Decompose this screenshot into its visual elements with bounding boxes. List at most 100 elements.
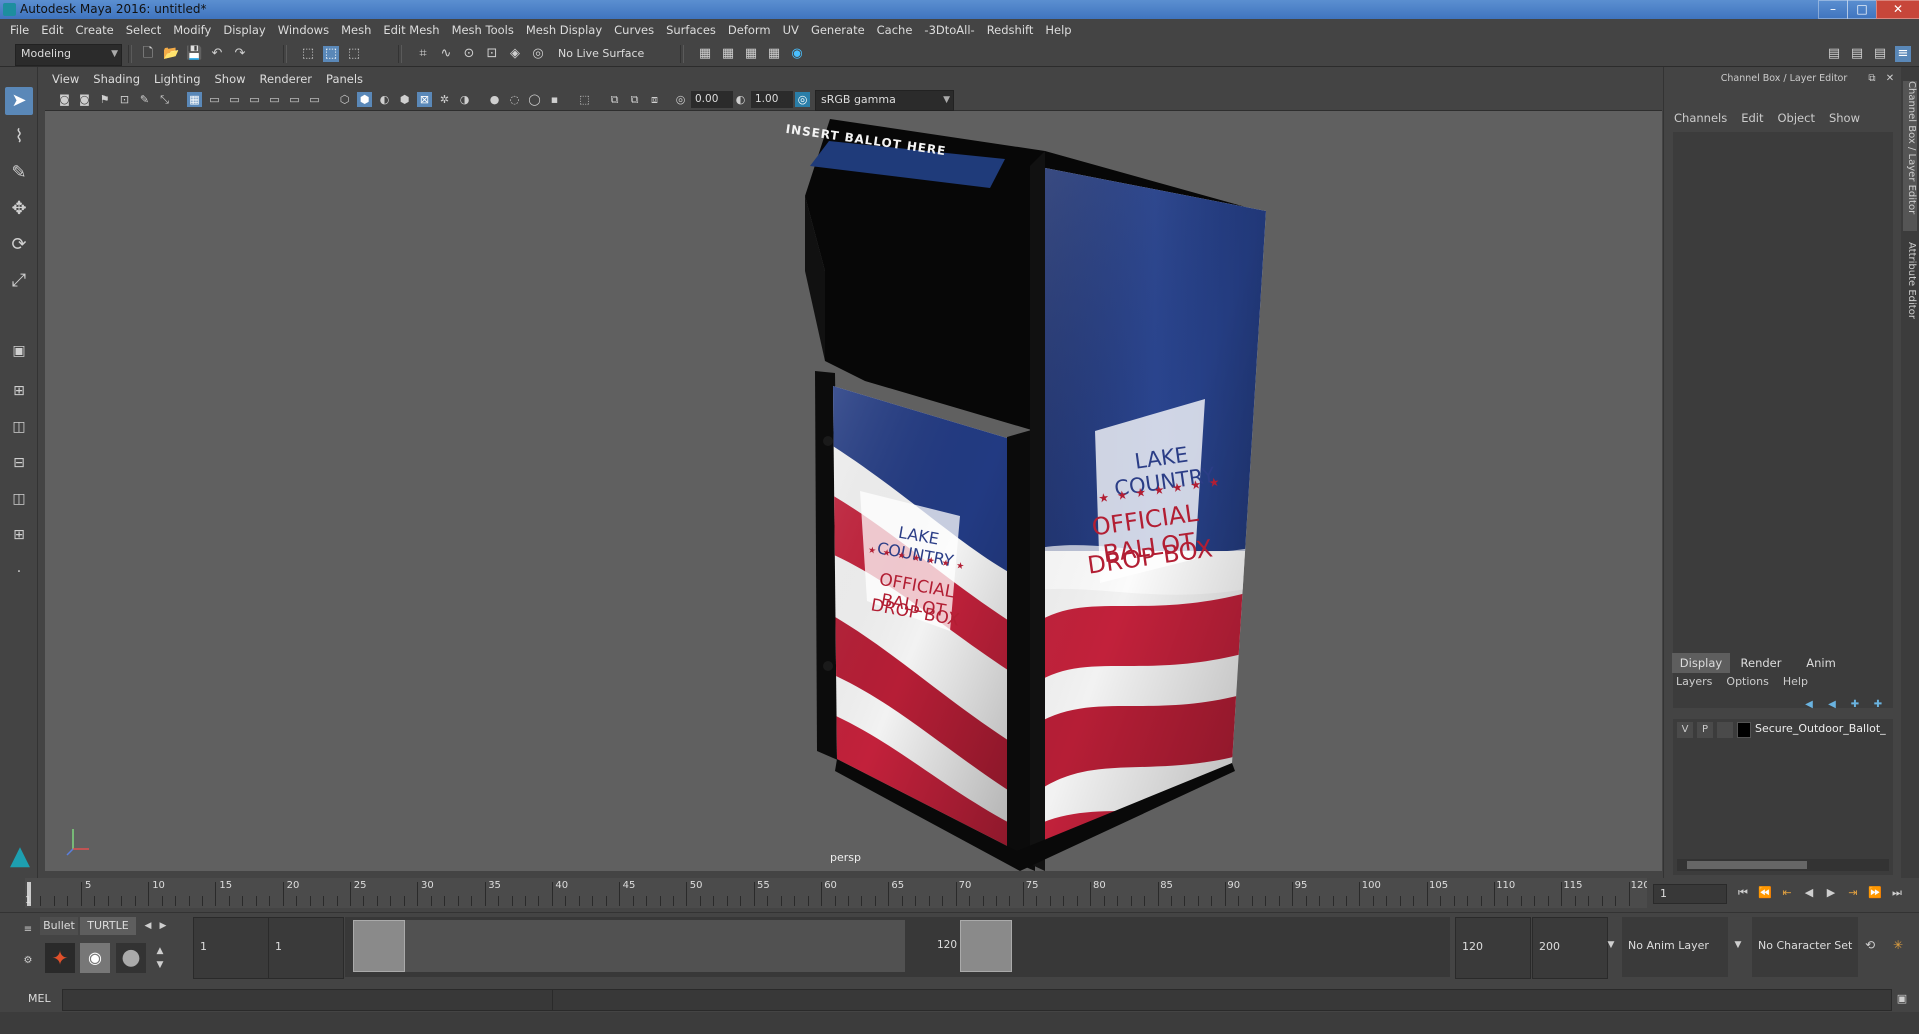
menu-help[interactable]: Help — [1039, 19, 1077, 41]
xray-joints-icon[interactable]: ⧉ — [627, 92, 642, 107]
minimize-button[interactable]: – — [1818, 0, 1848, 19]
float-panel-icon[interactable]: ⧉ — [1864, 71, 1880, 87]
auto-key-icon[interactable]: ⟲ — [1862, 937, 1878, 953]
vp-menu-lighting[interactable]: Lighting — [147, 69, 207, 89]
turtle-render-icon[interactable]: ✦ — [45, 943, 75, 973]
live-surface-field[interactable]: No Live Surface — [552, 44, 659, 66]
four-view-layout-icon[interactable]: ⊞ — [5, 377, 33, 405]
new-layer-icon[interactable]: ✚ — [1847, 697, 1863, 713]
tab-anim[interactable]: Anim — [1792, 653, 1850, 673]
animation-prefs-icon[interactable]: ✳ — [1890, 937, 1906, 953]
menu-windows[interactable]: Windows — [272, 19, 335, 41]
safe-title-icon[interactable]: ▭ — [307, 92, 322, 107]
shelf-next-icon[interactable]: ▶ — [155, 918, 171, 934]
perspective-viewport[interactable]: INSERT BALLOT HERE LAKE COUNTRY ★ ★ ★ ★ … — [45, 111, 1662, 871]
snap-grid-icon[interactable]: ⌗ — [415, 46, 431, 62]
layer-visibility-toggle[interactable]: V — [1677, 722, 1693, 738]
textured-icon[interactable]: ⊠ — [417, 92, 432, 107]
anim-start-field[interactable]: 1 — [193, 917, 269, 979]
ipr-render-icon[interactable]: ▦ — [720, 46, 736, 62]
custom-layout-icon[interactable]: · — [5, 558, 33, 586]
channel-box-toggle-icon[interactable]: ≡ — [1895, 46, 1911, 62]
shelf-tab-turtle[interactable]: TURTLE — [80, 917, 136, 935]
step-forward-frame-icon[interactable]: ⇥ — [1845, 885, 1861, 901]
turtle-sphere-icon[interactable]: ● — [116, 943, 146, 973]
range-slider-start-handle[interactable] — [353, 920, 405, 972]
layer-menu-layers[interactable]: Layers — [1676, 675, 1712, 688]
move-layer-down-icon[interactable]: ◀ — [1824, 697, 1840, 713]
render-frame-icon[interactable]: ▦ — [697, 46, 713, 62]
cb-menu-channels[interactable]: Channels — [1674, 111, 1727, 125]
step-back-key-icon[interactable]: ⏪ — [1757, 885, 1773, 901]
vp-menu-show[interactable]: Show — [208, 69, 253, 89]
select-camera-icon[interactable]: ◙ — [57, 92, 72, 107]
shelf-settings-icon[interactable]: ⚙ — [20, 953, 36, 969]
tab-render[interactable]: Render — [1732, 653, 1790, 673]
play-backward-icon[interactable]: ◀ — [1801, 885, 1817, 901]
save-scene-icon[interactable]: 💾 — [186, 46, 202, 62]
menu-set-dropdown[interactable]: Modeling ▼ — [15, 44, 122, 66]
menu-surfaces[interactable]: Surfaces — [660, 19, 722, 41]
motion-blur-icon[interactable]: ◌ — [507, 92, 522, 107]
persp-outliner-layout-icon[interactable]: ◫ — [5, 485, 33, 513]
xray-icon[interactable]: ⧉ — [607, 92, 622, 107]
shelf-tab-bullet[interactable]: Bullet — [40, 917, 78, 935]
character-set-dropdown[interactable]: No Character Set — [1752, 917, 1858, 977]
maximize-button[interactable]: □ — [1847, 0, 1877, 19]
bookmark-icon[interactable]: ⚑ — [97, 92, 112, 107]
close-button[interactable]: ✕ — [1876, 0, 1919, 19]
go-to-end-icon[interactable]: ⏭ — [1889, 885, 1905, 901]
cb-menu-show[interactable]: Show — [1829, 111, 1860, 125]
shelf-menu-icon[interactable]: ≡ — [20, 922, 36, 938]
resolution-gate-icon[interactable]: ▭ — [227, 92, 242, 107]
layer-display-type-toggle[interactable] — [1717, 722, 1733, 738]
film-gate-icon[interactable]: ▭ — [207, 92, 222, 107]
undo-icon[interactable]: ↶ — [209, 46, 225, 62]
exposure-field[interactable]: 0.00 — [691, 91, 733, 108]
outliner-toggle-icon[interactable]: ▤ — [1872, 46, 1888, 62]
render-settings-icon[interactable]: ▦ — [743, 46, 759, 62]
anti-aliasing-icon[interactable]: ◯ — [527, 92, 542, 107]
shadows-icon[interactable]: ◑ — [457, 92, 472, 107]
chevron-down-icon[interactable]: ▼ — [1603, 937, 1619, 953]
snap-curve-icon[interactable]: ∿ — [438, 46, 454, 62]
use-all-lights-icon[interactable]: ✲ — [437, 92, 452, 107]
maya-home-icon[interactable]: ▲ — [6, 842, 34, 870]
camera-attributes-icon[interactable]: ◙ — [77, 92, 92, 107]
render-view-icon[interactable]: ◉ — [789, 46, 805, 62]
tab-attribute-editor[interactable]: Attribute Editor — [1903, 242, 1917, 342]
grease-pencil-icon[interactable]: ✎ — [137, 92, 152, 107]
menu-generate[interactable]: Generate — [805, 19, 871, 41]
shelf-prev-icon[interactable]: ◀ — [140, 918, 156, 934]
vp-menu-panels[interactable]: Panels — [319, 69, 370, 89]
step-back-frame-icon[interactable]: ⇤ — [1779, 885, 1795, 901]
layer-playback-toggle[interactable]: P — [1697, 722, 1713, 738]
new-layer-selected-icon[interactable]: ✚ — [1870, 697, 1886, 713]
gamma-field[interactable]: 1.00 — [751, 91, 793, 108]
time-slider[interactable]: 5 10 15 20 25 30 35 40 45 50 55 60 65 70 75 80 85 90 95 100… — [25, 878, 1650, 908]
script-editor-icon[interactable]: ▣ — [1894, 991, 1910, 1007]
snap-surface-icon[interactable]: ◈ — [507, 46, 523, 62]
color-management-icon[interactable]: ◎ — [795, 92, 810, 107]
safe-action-icon[interactable]: ▭ — [287, 92, 302, 107]
go-to-start-icon[interactable]: ⏮ — [1735, 885, 1751, 901]
select-component-icon[interactable]: ⬚ — [346, 46, 362, 62]
playback-end-field[interactable]: 120 — [1455, 917, 1531, 979]
select-object-icon[interactable]: ⬚ — [323, 46, 339, 62]
script-language-label[interactable]: MEL — [28, 992, 51, 1005]
workspace-icon[interactable]: ▤ — [1826, 46, 1842, 62]
menu-redshift[interactable]: Redshift — [981, 19, 1040, 41]
snap-center-icon[interactable]: ◎ — [530, 46, 546, 62]
vp-menu-view[interactable]: View — [45, 69, 86, 89]
menu-file[interactable]: File — [0, 19, 35, 41]
menu-curves[interactable]: Curves — [608, 19, 660, 41]
menu-mesh[interactable]: Mesh — [335, 19, 377, 41]
hypershade-layout-icon[interactable]: ⊞ — [5, 521, 33, 549]
redo-icon[interactable]: ↷ — [232, 46, 248, 62]
field-chart-icon[interactable]: ▭ — [267, 92, 282, 107]
anim-end-field[interactable]: 200 — [1532, 917, 1608, 979]
hypershade-icon[interactable]: ▦ — [766, 46, 782, 62]
menu-mesh-display[interactable]: Mesh Display — [520, 19, 608, 41]
wireframe-icon[interactable]: ⬡ — [337, 92, 352, 107]
layer-name[interactable]: Secure_Outdoor_Ballot_ — [1755, 722, 1886, 735]
